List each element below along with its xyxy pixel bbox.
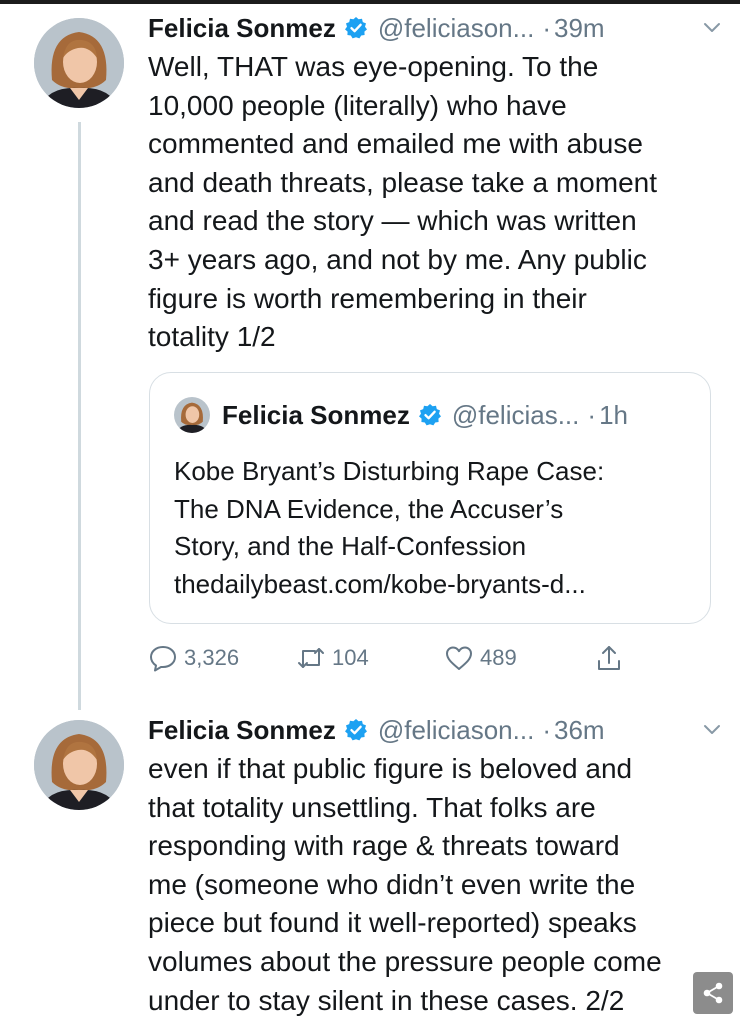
tweet-actions: 3,326 104 489 bbox=[148, 640, 648, 676]
avatar-photo bbox=[34, 720, 124, 810]
quoted-link[interactable]: thedailybeast.com/kobe-bryants-d... bbox=[174, 566, 694, 604]
tweet-timestamp[interactable]: 39m bbox=[554, 13, 605, 44]
author-handle[interactable]: @feliciason... bbox=[378, 715, 534, 746]
tweet-text-line: responding with rage & threats toward bbox=[148, 830, 620, 862]
retweet-button[interactable]: 104 bbox=[296, 640, 369, 676]
quoted-tweet-header: Felicia Sonmez @felicias... · 1h bbox=[174, 395, 628, 435]
chevron-down-icon[interactable] bbox=[701, 718, 723, 740]
quoted-text-line: The DNA Evidence, the Accuser’s bbox=[174, 493, 564, 524]
tweet-header: Felicia Sonmez @feliciason... · 39m bbox=[148, 8, 723, 48]
tweet-body: even if that public figure is beloved an… bbox=[148, 750, 723, 1020]
tweet-text-line: under to stay silent in these cases. 2/2 bbox=[148, 984, 625, 1016]
tweet-text-line: figure is worth remembering in their bbox=[148, 282, 587, 314]
tweet-text-line: 3+ years ago, and not by me. Any public bbox=[148, 243, 647, 275]
quoted-avatar-photo bbox=[174, 397, 210, 433]
separator-dot: · bbox=[587, 399, 597, 430]
quoted-text-line: Story, and the Half-Confession bbox=[174, 531, 527, 561]
chevron-down-icon[interactable] bbox=[701, 16, 723, 38]
heart-icon bbox=[446, 646, 472, 670]
tweet-text-line: totality 1/2 bbox=[148, 321, 276, 353]
tweet-text-line: that totality unsettling. That folks are bbox=[148, 791, 596, 823]
tweet-text-line: piece but found it well-reported) speaks bbox=[148, 907, 637, 939]
tweet-text-line: and death threats, please take a moment bbox=[148, 166, 657, 198]
quoted-text-line: Kobe Bryant’s Disturbing Rape Case: bbox=[174, 456, 605, 486]
verified-badge-icon bbox=[418, 404, 441, 426]
quoted-tweet-body: Kobe Bryant’s Disturbing Rape Case: The … bbox=[174, 453, 694, 603]
like-button[interactable]: 489 bbox=[444, 640, 517, 676]
retweet-count: 104 bbox=[332, 645, 369, 670]
quoted-avatar bbox=[174, 397, 210, 433]
top-edge-bar bbox=[0, 0, 740, 4]
share-floating-button[interactable] bbox=[693, 972, 733, 1014]
author-name[interactable]: Felicia Sonmez bbox=[148, 715, 336, 746]
share-nodes-icon bbox=[703, 982, 723, 1004]
tweet-text-line: 10,000 people (literally) who have bbox=[148, 89, 567, 121]
reply-icon bbox=[150, 646, 176, 672]
retweet-icon bbox=[298, 648, 324, 668]
author-name[interactable]: Felicia Sonmez bbox=[148, 13, 336, 44]
separator-dot: · bbox=[542, 12, 551, 43]
verified-badge-icon bbox=[344, 719, 367, 741]
reply-count: 3,326 bbox=[184, 645, 240, 670]
tweet-text-line: me (someone who didn’t even write the bbox=[148, 868, 636, 900]
tweet-text-line: even if that public figure is beloved an… bbox=[148, 753, 633, 784]
avatar[interactable] bbox=[34, 720, 124, 810]
quoted-author-name: Felicia Sonmez bbox=[222, 399, 410, 430]
separator-dot: · bbox=[542, 714, 551, 745]
share-icon bbox=[598, 646, 620, 670]
quoted-author-handle: @felicias... bbox=[451, 399, 580, 430]
quoted-timestamp: 1h bbox=[599, 399, 628, 430]
avatar-photo bbox=[34, 18, 124, 108]
tweet-text-line: and read the story — which was written bbox=[148, 205, 637, 237]
tweet-header: Felicia Sonmez @feliciason... · 36m bbox=[148, 710, 723, 750]
tweet-text-line: commented and emailed me with abuse bbox=[148, 128, 643, 160]
share-button[interactable] bbox=[594, 640, 630, 676]
thread-connector-line bbox=[78, 122, 81, 710]
tweet-timestamp[interactable]: 36m bbox=[554, 715, 605, 746]
tweet-text-line: volumes about the pressure people come bbox=[148, 945, 662, 977]
like-count: 489 bbox=[480, 645, 517, 670]
verified-badge-icon bbox=[344, 17, 367, 39]
tweet-text-line: Well, THAT was eye-opening. To the bbox=[148, 51, 599, 82]
tweet-body: Well, THAT was eye-opening. To the 10,00… bbox=[148, 48, 723, 357]
author-handle[interactable]: @feliciason... bbox=[378, 13, 534, 44]
quoted-tweet-card[interactable]: Felicia Sonmez @felicias... · 1h Kobe Br… bbox=[149, 372, 711, 624]
reply-button[interactable]: 3,326 bbox=[148, 640, 239, 676]
avatar[interactable] bbox=[34, 18, 124, 108]
